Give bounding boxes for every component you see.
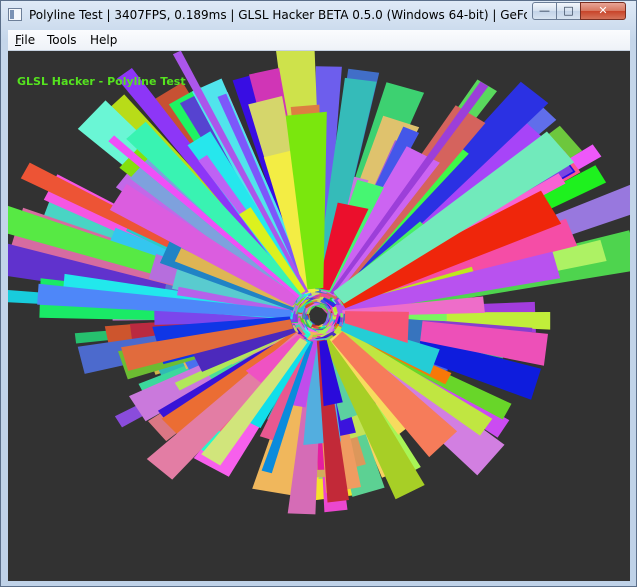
- maximize-button[interactable]: □: [556, 2, 581, 20]
- render-viewport[interactable]: GLSL Hacker - Polyline Test: [8, 51, 630, 581]
- app-icon[interactable]: [8, 8, 22, 21]
- window-title: Polyline Test | 3407FPS, 0.189ms | GLSL …: [29, 8, 527, 22]
- title-bar[interactable]: Polyline Test | 3407FPS, 0.189ms | GLSL …: [1, 1, 636, 29]
- menu-file-label: ile: [21, 33, 36, 47]
- menu-help[interactable]: Help: [90, 33, 117, 47]
- menu-tools[interactable]: Tools: [47, 33, 77, 47]
- menu-file[interactable]: File: [15, 33, 35, 47]
- close-button[interactable]: ✕: [580, 2, 626, 20]
- menu-bar: File Tools Help: [8, 30, 630, 51]
- minimize-button[interactable]: —: [532, 2, 557, 20]
- overlay-text: GLSL Hacker - Polyline Test: [17, 75, 186, 88]
- app-window: Polyline Test | 3407FPS, 0.189ms | GLSL …: [0, 0, 637, 587]
- polyline-scene: [8, 51, 630, 515]
